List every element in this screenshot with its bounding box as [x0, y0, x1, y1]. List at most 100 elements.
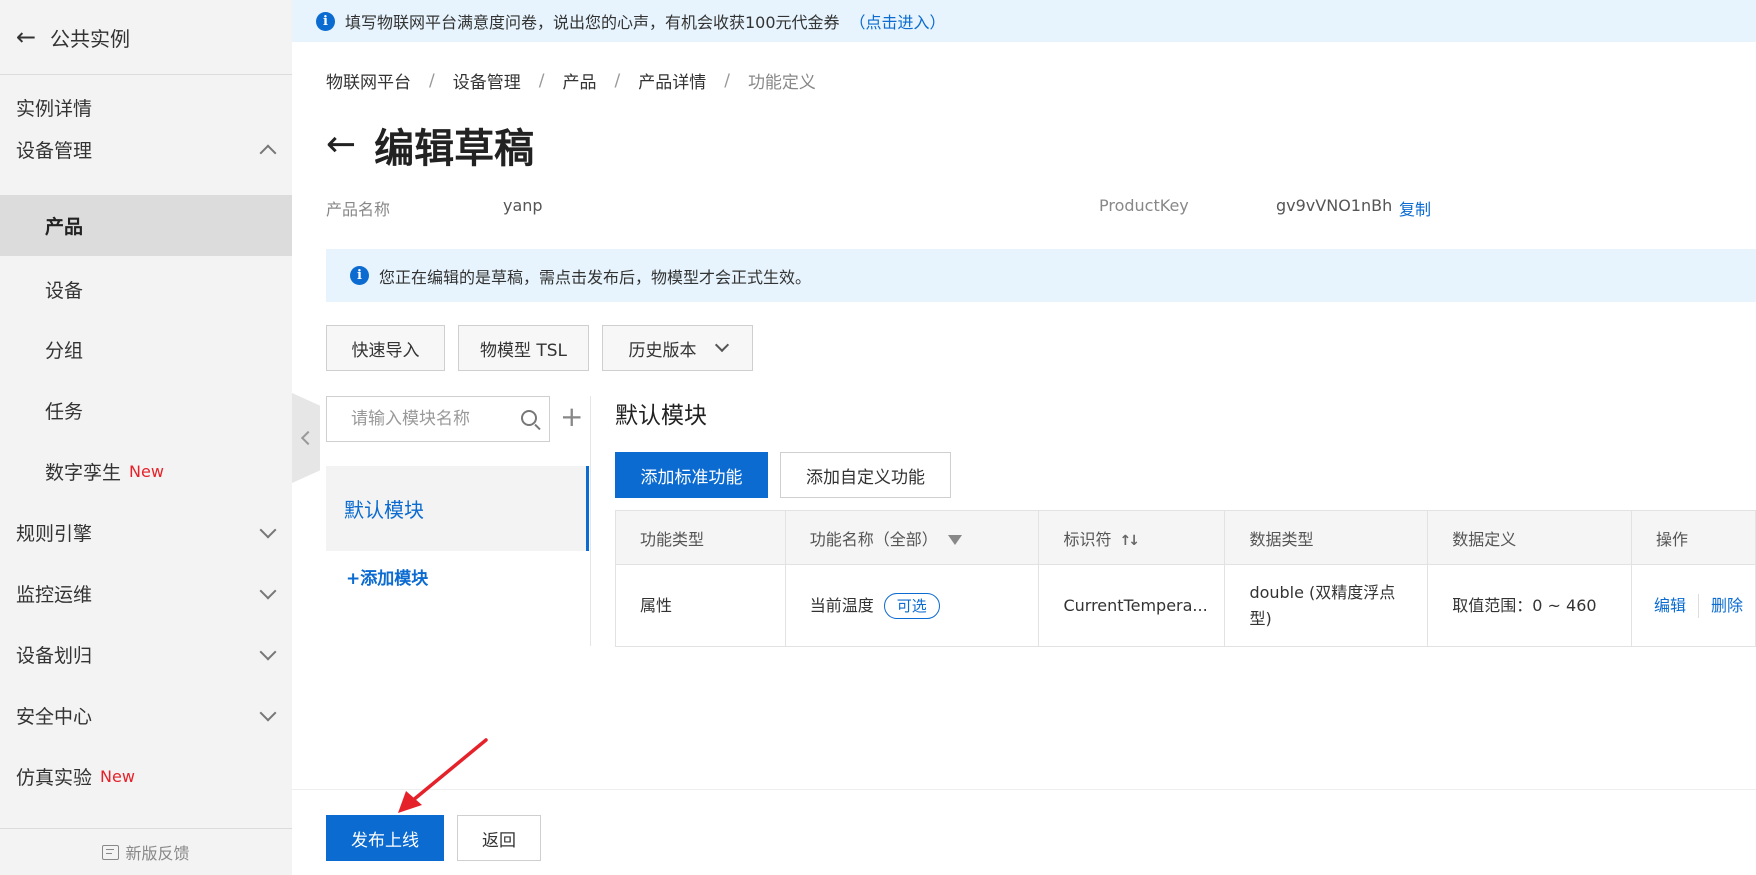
column-header-label: 数据类型: [1249, 529, 1314, 549]
divider: [292, 789, 1756, 790]
notice-text: 您正在编辑的是草稿，需点击发布后，物模型才会正式生效。: [379, 267, 812, 287]
breadcrumb-separator: /: [724, 70, 730, 91]
sidebar-item-label: 设备划归: [16, 645, 93, 667]
button-label: 物模型 TSL: [479, 340, 568, 361]
search-icon[interactable]: [521, 410, 537, 426]
module-list-item[interactable]: 默认模块: [326, 466, 589, 551]
sidebar-item-device-assignment[interactable]: 设备划归: [0, 624, 292, 685]
quick-import-button[interactable]: 快速导入: [326, 325, 445, 371]
banner-text: 填写物联网平台满意度问卷，说出您的心声，有机会收获100元代金券: [345, 13, 840, 32]
edit-link[interactable]: 编辑: [1654, 596, 1686, 615]
table-row: 属性 当前温度 可选 CurrentTempera... double (双精度浮…: [615, 564, 1756, 647]
tsl-button[interactable]: 物模型 TSL: [458, 325, 589, 371]
plus-icon[interactable]: +: [560, 403, 583, 431]
sort-icon[interactable]: ↑↓: [1119, 533, 1140, 549]
info-icon: i: [316, 11, 335, 31]
module-name: 默认模块: [344, 498, 424, 522]
breadcrumb-current: 功能定义: [747, 73, 816, 93]
delete-link[interactable]: 删除: [1711, 596, 1743, 615]
sidebar-item-task[interactable]: 任务: [0, 380, 292, 441]
cell-identifier: CurrentTempera...: [1038, 564, 1226, 647]
cell-name: 当前温度 可选: [785, 564, 1040, 647]
banner-link[interactable]: （点击进入）: [850, 9, 946, 33]
module-search-input[interactable]: [351, 409, 501, 429]
feedback-link[interactable]: 新版反馈: [0, 828, 292, 875]
add-standard-function-button[interactable]: 添加标准功能: [615, 452, 768, 498]
column-header: 功能名称（全部）: [785, 510, 1040, 565]
chevron-down-icon: [259, 582, 277, 599]
cell-type: 属性: [615, 564, 786, 647]
add-module-link[interactable]: +添加模块: [346, 564, 428, 589]
button-label: 返回: [482, 830, 516, 851]
cell-actions: 编辑 删除: [1631, 564, 1756, 647]
info-icon: i: [350, 266, 369, 285]
sidebar-item-device-management[interactable]: 设备管理: [0, 119, 292, 180]
copy-link[interactable]: 复制: [1399, 196, 1431, 220]
feedback-label: 新版反馈: [125, 844, 190, 863]
sidebar-item-group[interactable]: 分组: [0, 319, 292, 380]
sidebar-item-label: 实例详情: [16, 98, 93, 120]
back-to-instances[interactable]: ← 公共实例: [0, 0, 292, 75]
sidebar-item-label: 监控运维: [16, 584, 93, 606]
breadcrumb-item[interactable]: 设备管理: [453, 68, 521, 93]
button-label: 发布上线: [351, 830, 419, 851]
column-header: 数据类型: [1224, 510, 1429, 565]
sidebar-item-device[interactable]: 设备: [0, 259, 292, 320]
sidebar-item-product[interactable]: 产品: [0, 195, 292, 256]
divider: [590, 396, 591, 646]
product-name-value: yanp: [503, 196, 543, 215]
page-title: 编辑草稿: [374, 126, 535, 172]
draft-notice: i 您正在编辑的是草稿，需点击发布后，物模型才会正式生效。: [326, 249, 1756, 302]
chevron-up-icon: [259, 144, 277, 161]
sidebar-item-security-center[interactable]: 安全中心: [0, 685, 292, 746]
function-table: 功能类型 功能名称（全部） 标识符 ↑↓ 数据类型 数据定义 操作 属性 当前温度…: [615, 510, 1756, 647]
button-label: 添加标准功能: [640, 467, 743, 488]
chevron-down-icon: [259, 643, 277, 660]
sidebar-item-label: 产品: [45, 216, 84, 238]
column-header-label: 功能类型: [640, 529, 705, 549]
function-name: 当前温度: [809, 595, 874, 615]
table-header-row: 功能类型 功能名称（全部） 标识符 ↑↓ 数据类型 数据定义 操作: [615, 510, 1756, 565]
sidebar-item-label: 分组: [45, 340, 84, 362]
history-version-dropdown[interactable]: 历史版本: [602, 325, 753, 371]
chevron-down-icon: [259, 704, 277, 721]
breadcrumb-item[interactable]: 产品: [562, 68, 596, 93]
sidebar-item-label: 设备: [45, 280, 84, 302]
back-button[interactable]: 返回: [457, 815, 541, 861]
title-row: ← 编辑草稿: [326, 115, 534, 175]
new-badge: New: [100, 767, 135, 786]
sidebar-item-label: 规则引擎: [16, 523, 93, 545]
sidebar-item-digital-twin[interactable]: 数字孪生 New: [0, 441, 292, 502]
new-badge: New: [129, 462, 164, 481]
sidebar-item-rule-engine[interactable]: 规则引擎: [0, 502, 292, 563]
column-header: 数据定义: [1427, 510, 1632, 565]
survey-banner: i 填写物联网平台满意度问卷，说出您的心声，有机会收获100元代金券 （点击进入…: [292, 0, 1756, 42]
filter-icon[interactable]: [947, 535, 962, 545]
breadcrumb-separator: /: [614, 70, 621, 91]
chevron-down-icon: [259, 521, 277, 538]
add-custom-function-button[interactable]: 添加自定义功能: [780, 452, 951, 498]
back-arrow-icon[interactable]: ←: [326, 127, 356, 163]
product-key-label: ProductKey: [1099, 196, 1189, 215]
feedback-icon: [102, 844, 120, 860]
cell-data-type: double (双精度浮点型): [1224, 564, 1429, 647]
breadcrumb-item[interactable]: 物联网平台: [326, 68, 411, 93]
publish-button[interactable]: 发布上线: [326, 815, 444, 861]
module-title: 默认模块: [615, 403, 707, 429]
chevron-left-icon: [300, 430, 316, 446]
optional-tag: 可选: [883, 592, 940, 619]
sidebar-item-monitoring[interactable]: 监控运维: [0, 563, 292, 624]
column-header-label: 标识符: [1063, 529, 1112, 549]
sidebar-item-label: 设备管理: [16, 140, 93, 162]
sidebar: ← 公共实例 实例详情 设备管理 产品 设备 分组 任务 数字孪生 New 规则…: [0, 0, 292, 875]
breadcrumb-separator: /: [538, 70, 545, 91]
column-header: 操作: [1631, 510, 1756, 565]
sidebar-item-simulation[interactable]: 仿真实验 New: [0, 746, 292, 807]
sidebar-item-label: 任务: [45, 401, 84, 423]
breadcrumb-separator: /: [429, 70, 435, 91]
sidebar-collapse-handle[interactable]: [292, 393, 320, 483]
breadcrumb-item[interactable]: 产品详情: [638, 68, 706, 93]
column-header-label: 数据定义: [1452, 529, 1517, 549]
annotation-arrow-icon: [398, 738, 488, 813]
column-header-label: 操作: [1656, 529, 1689, 549]
